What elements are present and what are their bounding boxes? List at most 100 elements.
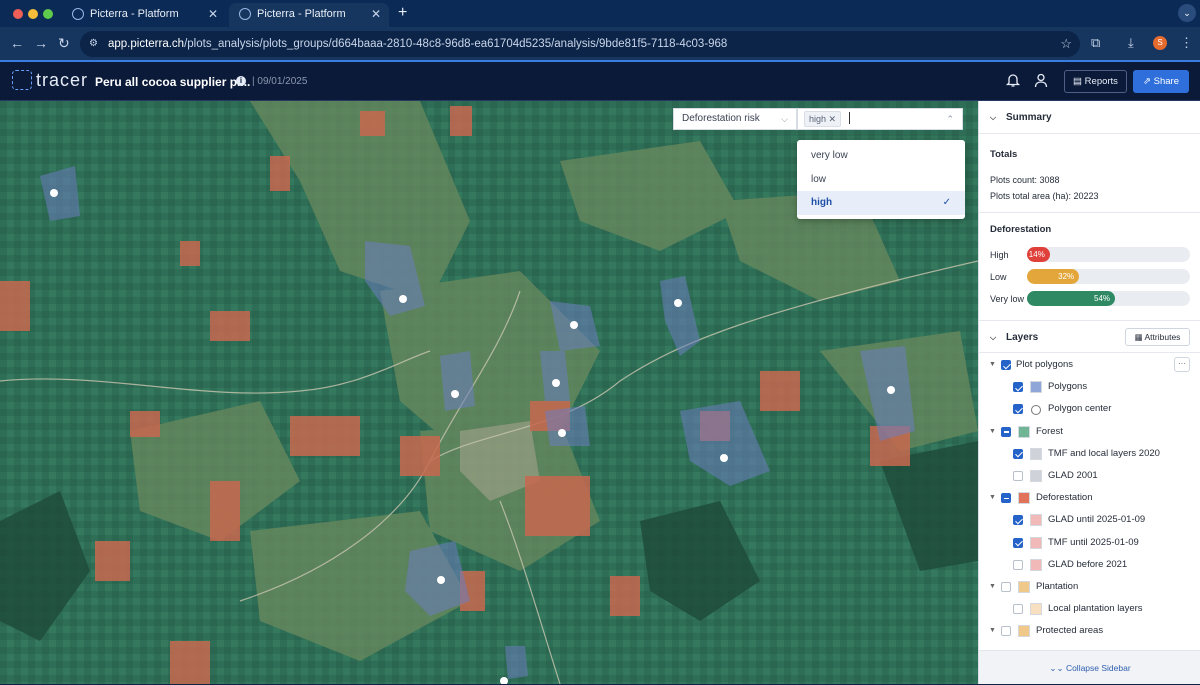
chevron-down-icon: ⌵ xyxy=(990,333,997,342)
browser-menu-icon[interactable]: ⋮ xyxy=(1180,35,1193,51)
layer-row[interactable]: Polygons xyxy=(979,380,1200,400)
layer-label: Deforestation xyxy=(1036,492,1093,504)
attributes-label: Attributes xyxy=(1144,332,1181,342)
value-multiselect[interactable]: high ✕ ⌃ xyxy=(797,108,963,130)
layer-label: GLAD before 2021 xyxy=(1048,558,1128,570)
collapse-sidebar-button[interactable]: ⌄⌄ Collapse Sidebar xyxy=(979,650,1200,684)
layer-color-swatch xyxy=(1030,470,1042,482)
attribute-select[interactable]: Deforestation risk ⌵ xyxy=(673,108,797,130)
layer-row[interactable]: ▼ Plot polygons xyxy=(979,358,1200,378)
divider xyxy=(979,212,1200,213)
expand-arrow-icon[interactable]: ▼ xyxy=(989,627,996,634)
close-tab-icon[interactable]: ✕ xyxy=(208,3,218,25)
layer-checkbox[interactable] xyxy=(1013,515,1023,526)
project-date: | 09/01/2025 xyxy=(252,76,308,87)
bookmark-star-icon[interactable]: ☆ xyxy=(1060,31,1072,57)
layer-checkbox[interactable] xyxy=(1001,426,1011,437)
maximize-window-dot[interactable] xyxy=(43,9,53,19)
dropdown-option-very-low[interactable]: very low xyxy=(797,144,965,168)
notifications-bell-icon[interactable] xyxy=(1005,72,1021,93)
extensions-icon[interactable]: ⧉ xyxy=(1091,35,1100,51)
polygon-center-point[interactable] xyxy=(887,386,895,394)
layer-row[interactable]: Polygon center xyxy=(979,402,1200,422)
minimize-window-dot[interactable] xyxy=(28,9,38,19)
layer-row[interactable]: TMF and local layers 2020 xyxy=(979,447,1200,467)
attributes-button[interactable]: ▦ Attributes xyxy=(1125,328,1190,346)
polygon-center-point[interactable] xyxy=(558,429,566,437)
reports-button[interactable]: ▤ Reports xyxy=(1064,70,1127,93)
close-tab-icon[interactable]: ✕ xyxy=(371,3,381,25)
layer-checkbox[interactable] xyxy=(1001,360,1011,370)
layer-row[interactable]: ▼ Protected areas xyxy=(979,624,1200,644)
selected-tag-label: high xyxy=(809,114,827,124)
polygon-center-point[interactable] xyxy=(399,295,407,303)
browser-tab-1[interactable]: Picterra - Platform ✕ xyxy=(62,3,226,27)
expand-arrow-icon[interactable]: ▼ xyxy=(989,583,996,590)
layer-row[interactable]: GLAD before 2021 xyxy=(979,558,1200,578)
bar-value: 54% xyxy=(1094,294,1111,303)
info-icon[interactable]: i xyxy=(236,76,246,86)
site-info-icon[interactable]: ⚙ xyxy=(89,31,98,57)
reload-icon[interactable]: ↻ xyxy=(58,35,70,51)
layer-checkbox[interactable] xyxy=(1013,471,1023,481)
dropdown-option-low[interactable]: low xyxy=(797,168,965,192)
table-icon: ▦ xyxy=(1134,332,1145,342)
bar-label-low: Low xyxy=(990,272,1007,282)
layer-row[interactable]: ▼ Forest xyxy=(979,425,1200,445)
layer-row[interactable]: ▼ Deforestation xyxy=(979,491,1200,511)
remove-tag-icon[interactable]: ✕ xyxy=(829,114,837,124)
attribute-select-value: Deforestation risk xyxy=(682,113,760,124)
layer-checkbox[interactable] xyxy=(1013,604,1023,615)
tab-search-chevron-icon[interactable]: ⌄ xyxy=(1178,4,1196,22)
layer-row[interactable]: GLAD until 2025-01-09 xyxy=(979,513,1200,533)
share-button[interactable]: ⇗ Share xyxy=(1133,70,1189,93)
new-tab-button[interactable]: + xyxy=(398,4,407,22)
layer-label: Plantation xyxy=(1036,581,1079,592)
layer-row[interactable]: TMF until 2025-01-09 xyxy=(979,536,1200,556)
layer-row[interactable]: GLAD 2001 xyxy=(979,469,1200,489)
polygon-center-point[interactable] xyxy=(552,379,560,387)
deforestation-title: Deforestation xyxy=(990,224,1052,235)
layer-color-swatch xyxy=(1018,625,1030,638)
close-window-dot[interactable] xyxy=(13,9,23,19)
layer-checkbox[interactable] xyxy=(1001,493,1011,504)
dropdown-option-high[interactable]: high ✓ xyxy=(797,191,965,215)
chevron-down-icon: ⌵ xyxy=(781,114,788,124)
summary-header[interactable]: ⌵ Summary xyxy=(979,101,1200,134)
layer-checkbox[interactable] xyxy=(1013,559,1023,570)
profile-avatar[interactable]: S xyxy=(1153,36,1167,50)
layer-checkbox[interactable] xyxy=(1013,448,1023,459)
polygon-center-point[interactable] xyxy=(437,576,445,584)
address-bar[interactable]: ⚙ app.picterra.ch/plots_analysis/plots_g… xyxy=(80,31,1080,57)
layer-color-swatch xyxy=(1030,603,1042,616)
polygon-center-point[interactable] xyxy=(674,299,682,307)
tracer-logo[interactable]: tracer xyxy=(12,70,88,91)
plots-area: Plots total area (ha): 20223 xyxy=(990,191,1099,201)
forward-arrow-icon[interactable]: → xyxy=(34,35,48,51)
expand-arrow-icon[interactable]: ▼ xyxy=(989,361,996,368)
expand-arrow-icon[interactable]: ▼ xyxy=(989,494,996,501)
option-label: low xyxy=(811,173,827,185)
browser-tab-2[interactable]: Picterra - Platform ✕ xyxy=(229,3,389,27)
chevron-up-icon[interactable]: ⌃ xyxy=(946,109,954,129)
collapse-label: Collapse Sidebar xyxy=(1065,663,1131,673)
back-arrow-icon[interactable]: ← xyxy=(10,35,24,51)
layer-checkbox[interactable] xyxy=(1001,582,1011,592)
polygon-center-point[interactable] xyxy=(50,189,58,197)
layer-checkbox[interactable] xyxy=(1013,537,1023,548)
layer-checkbox[interactable] xyxy=(1013,382,1023,393)
layer-row[interactable]: ▼ Plantation xyxy=(979,580,1200,600)
download-icon[interactable]: ⤓ xyxy=(1128,35,1134,51)
layer-checkbox[interactable] xyxy=(1001,626,1011,637)
user-icon[interactable] xyxy=(1033,72,1049,93)
check-icon: ✓ xyxy=(942,197,951,208)
layer-row[interactable]: Local plantation layers xyxy=(979,602,1200,622)
expand-arrow-icon[interactable]: ▼ xyxy=(989,428,996,435)
polygon-center-point[interactable] xyxy=(570,321,578,329)
layer-color-swatch xyxy=(1030,381,1042,394)
layer-checkbox[interactable] xyxy=(1013,404,1023,415)
polygon-center-point[interactable] xyxy=(720,454,728,462)
polygon-center-point[interactable] xyxy=(451,390,459,398)
bar-fill: 32% xyxy=(1027,269,1080,284)
option-label: high xyxy=(811,197,833,208)
